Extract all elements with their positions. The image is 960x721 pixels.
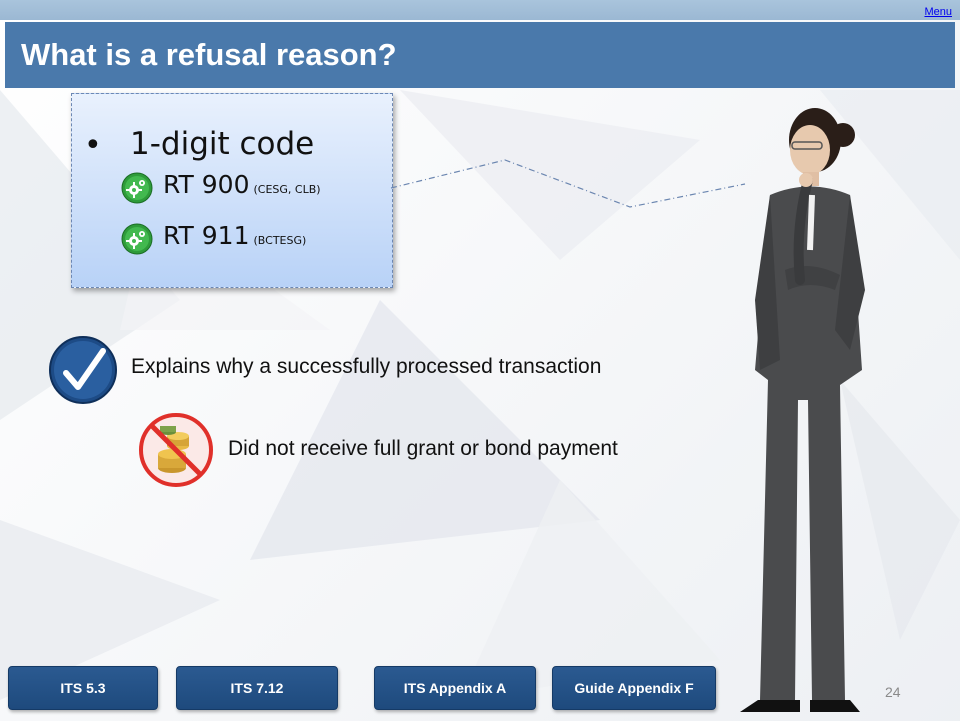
code-programs: (CESG, CLB) xyxy=(253,183,321,196)
page-title: What is a refusal reason? xyxy=(21,37,397,72)
page-number: 24 xyxy=(885,684,901,700)
checkmark-icon xyxy=(49,336,117,404)
did-not-text: Did not receive full grant or bond payme… xyxy=(228,437,618,460)
bullet-dot: • xyxy=(84,128,102,163)
thinking-woman-image xyxy=(740,108,865,712)
nav-button-its-7-12[interactable]: ITS 7.12 xyxy=(176,666,338,710)
code-label: RT 911 (BCTESG) xyxy=(163,221,307,250)
code-label: RT 900 (CESG, CLB) xyxy=(163,170,321,199)
top-strip xyxy=(0,0,960,20)
gear-icon xyxy=(121,223,153,255)
gear-icon xyxy=(121,172,153,204)
no-money-icon xyxy=(139,413,213,487)
explains-text: Explains why a successfully processed tr… xyxy=(131,355,602,378)
nav-button-its-appendix-a[interactable]: ITS Appendix A xyxy=(374,666,536,710)
menu-link[interactable]: Menu xyxy=(924,6,952,18)
slide: Menu What is a refusal reason? • 1-digit… xyxy=(0,0,960,721)
nav-button-guide-appendix-f[interactable]: Guide Appendix F xyxy=(552,666,716,710)
code-programs: (BCTESG) xyxy=(253,234,307,247)
nav-button-its-5-3[interactable]: ITS 5.3 xyxy=(8,666,158,710)
bullet-text: 1-digit code xyxy=(130,126,315,162)
